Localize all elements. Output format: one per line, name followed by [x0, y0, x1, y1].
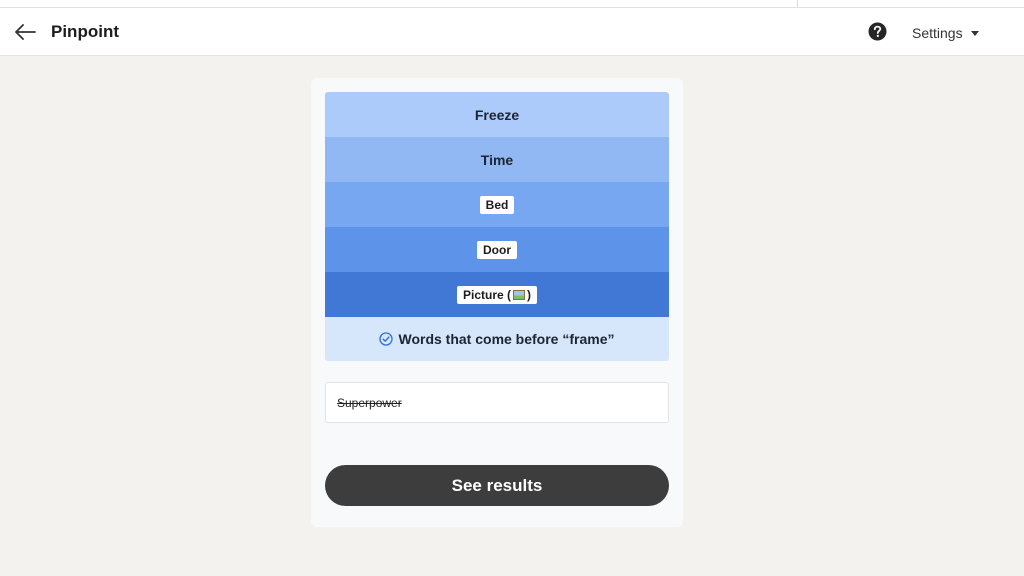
clue-row-3: Bed: [325, 182, 669, 227]
app-header: Pinpoint Settings: [0, 8, 1024, 56]
answer-text: Words that come before “frame”: [398, 331, 615, 347]
clue-stack: Freeze Time Bed Door Picture ( ) Words t…: [325, 92, 669, 361]
arrow-left-icon: [15, 24, 36, 40]
top-strip-divider: [797, 0, 798, 8]
clue-row-4: Door: [325, 227, 669, 272]
answer-row: Words that come before “frame”: [325, 317, 669, 361]
clue-chip: Picture ( ): [456, 285, 537, 304]
settings-label: Settings: [912, 25, 963, 41]
framed-picture-icon: [513, 289, 525, 300]
question-circle-icon: [868, 22, 887, 41]
clue-chip-text: Picture (: [462, 287, 511, 302]
puzzle-card: Freeze Time Bed Door Picture ( ) Words t…: [311, 78, 683, 527]
page-title: Pinpoint: [51, 22, 119, 41]
back-button[interactable]: [12, 20, 38, 44]
clue-text: Time: [480, 152, 514, 168]
clue-chip: Door: [477, 240, 517, 259]
clue-text: Freeze: [474, 107, 520, 123]
browser-top-strip: [0, 0, 1024, 8]
clue-chip: Bed: [479, 195, 515, 214]
caret-down-icon: [970, 30, 979, 36]
clue-row-1: Freeze: [325, 92, 669, 137]
guess-text: Superpower: [337, 395, 402, 410]
see-results-button[interactable]: See results: [325, 465, 669, 506]
clue-row-5: Picture ( ): [325, 272, 669, 317]
guess-item: Superpower: [325, 382, 669, 423]
check-circle-icon: [379, 332, 394, 346]
help-button[interactable]: [868, 22, 887, 41]
clue-chip-suffix: ): [527, 287, 531, 302]
settings-dropdown[interactable]: Settings: [912, 23, 979, 43]
clue-row-2: Time: [325, 137, 669, 182]
